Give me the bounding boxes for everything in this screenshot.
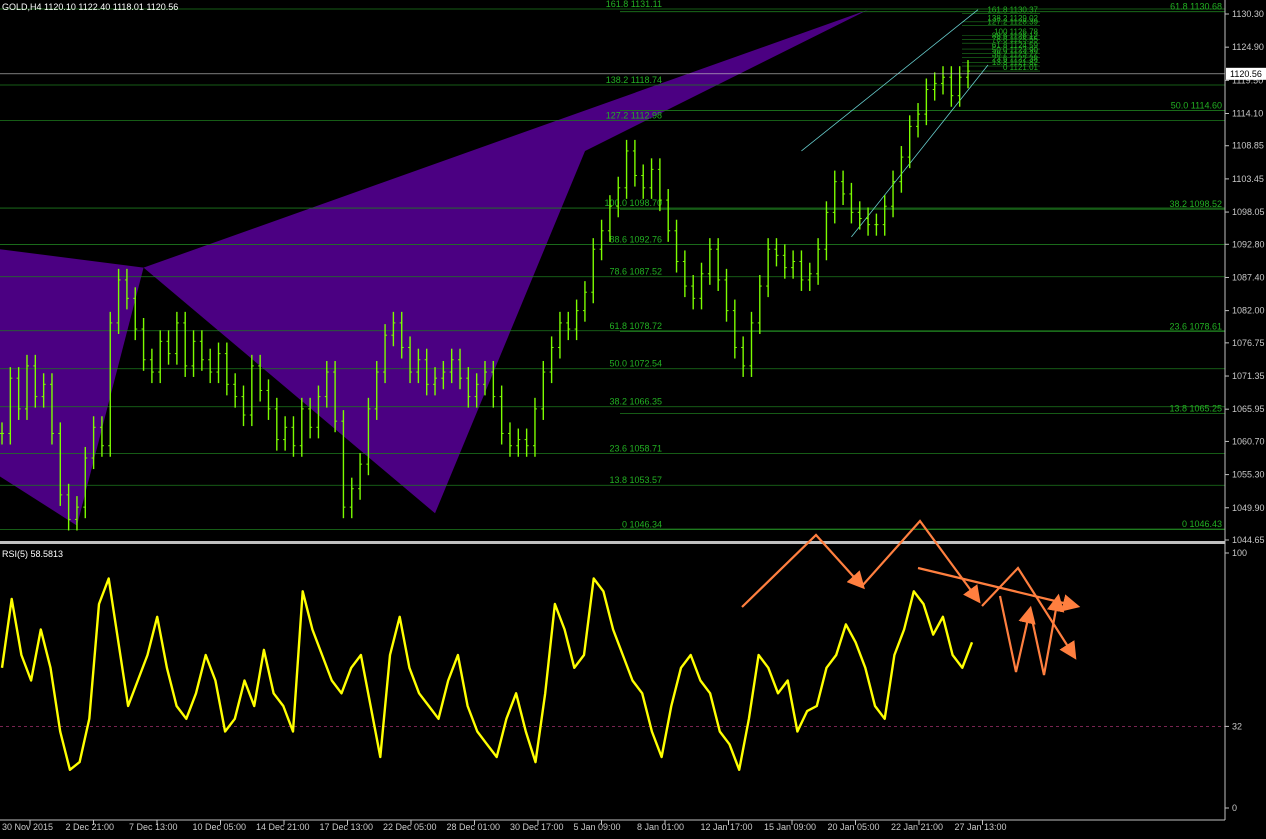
- price-tick-label: 1055.30: [1232, 470, 1265, 480]
- rsi-label: RSI(5) 58.5813: [2, 549, 63, 559]
- price-tick-label: 1098.05: [1232, 207, 1265, 217]
- time-tick-label: 22 Dec 05:00: [383, 822, 437, 832]
- price-tick-label: 1092.80: [1232, 239, 1265, 249]
- fib-label-small: 127.2 1128.39: [987, 18, 1038, 27]
- price-tick-label: 1076.75: [1232, 338, 1265, 348]
- time-tick-label: 7 Dec 13:00: [129, 822, 178, 832]
- fib-label-left: 161.8 1131.11: [606, 0, 662, 9]
- price-tick-label: 1065.95: [1232, 404, 1265, 414]
- time-tick-label: 30 Dec 17:00: [510, 822, 564, 832]
- time-tick-label: 5 Jan 09:00: [574, 822, 621, 832]
- price-tick-label: 1060.70: [1232, 436, 1265, 446]
- price-tick-label: 1108.85: [1232, 141, 1264, 151]
- time-tick-label: 14 Dec 21:00: [256, 822, 310, 832]
- fib-label-small: 0 1121.01: [1003, 63, 1039, 72]
- fib-label-right: 0 1046.43: [1182, 519, 1222, 529]
- fib-label-left: 23.6 1058.71: [609, 444, 662, 454]
- fib-label-left: 78.6 1087.52: [609, 267, 662, 277]
- fib-label-left: 138.2 1118.74: [606, 75, 662, 85]
- rsi-tick-label: 0: [1232, 803, 1237, 813]
- fib-label-left: 38.2 1066.35: [609, 397, 662, 407]
- time-tick-label: 22 Jan 21:00: [891, 822, 943, 832]
- rsi-tick-label: 32: [1232, 721, 1242, 731]
- price-tick-label: 1114.10: [1232, 108, 1263, 118]
- time-tick-label: 8 Jan 01:00: [637, 822, 684, 832]
- fib-label-right: 13.8 1065.25: [1169, 403, 1222, 413]
- time-tick-label: 10 Dec 05:00: [193, 822, 247, 832]
- fib-label-left: 127.2 1112.98: [606, 110, 662, 120]
- price-tick-label: 1124.90: [1232, 42, 1264, 52]
- time-tick-label: 2 Dec 21:00: [66, 822, 115, 832]
- trading-chart: 161.8 1131.11 138.2 1118.74 127.2 1112.98 1…: [0, 0, 1266, 839]
- fib-label-left: 0 1046.34: [622, 520, 662, 530]
- price-tick-label: 1087.40: [1232, 272, 1265, 282]
- fib-label-left: 88.6 1092.76: [609, 235, 662, 245]
- fib-label-right: 23.6 1078.61: [1169, 321, 1222, 331]
- fib-label-left: 50.0 1072.54: [609, 359, 662, 369]
- pane-separator[interactable]: [0, 541, 1225, 544]
- time-tick-label: 17 Dec 13:00: [320, 822, 374, 832]
- fib-label-right: 61.8 1130.68: [1170, 2, 1222, 12]
- current-price-label: 1120.56: [1230, 69, 1262, 79]
- price-tick-label: 1071.35: [1232, 371, 1265, 381]
- price-tick-label: 1103.45: [1232, 174, 1264, 184]
- chart-title: GOLD,H4 1120.10 1122.40 1118.01 1120.56: [2, 2, 178, 12]
- time-tick-label: 28 Dec 01:00: [447, 822, 501, 832]
- current-price-tag: 1120.56: [1226, 67, 1266, 80]
- time-tick-label: 30 Nov 2015: [2, 822, 53, 832]
- time-tick-label: 20 Jan 05:00: [828, 822, 880, 832]
- price-tick-label: 1044.65: [1232, 535, 1265, 545]
- time-tick-label: 27 Jan 13:00: [955, 822, 1007, 832]
- fib-label-left: 100.0 1098.70: [604, 198, 662, 208]
- rsi-tick-label: 100: [1232, 548, 1247, 558]
- time-tick-label: 15 Jan 09:00: [764, 822, 816, 832]
- fib-label-right: 38.2 1098.52: [1169, 199, 1222, 209]
- price-tick-label: 1130.30: [1232, 9, 1264, 19]
- fib-label-left: 61.8 1078.72: [609, 321, 662, 331]
- fib-label-left: 13.8 1053.57: [609, 475, 662, 485]
- time-tick-label: 12 Jan 17:00: [701, 822, 753, 832]
- price-tick-label: 1049.90: [1232, 503, 1265, 513]
- fib-label-right: 50.0 1114.60: [1171, 100, 1222, 110]
- price-tick-label: 1082.00: [1232, 306, 1265, 316]
